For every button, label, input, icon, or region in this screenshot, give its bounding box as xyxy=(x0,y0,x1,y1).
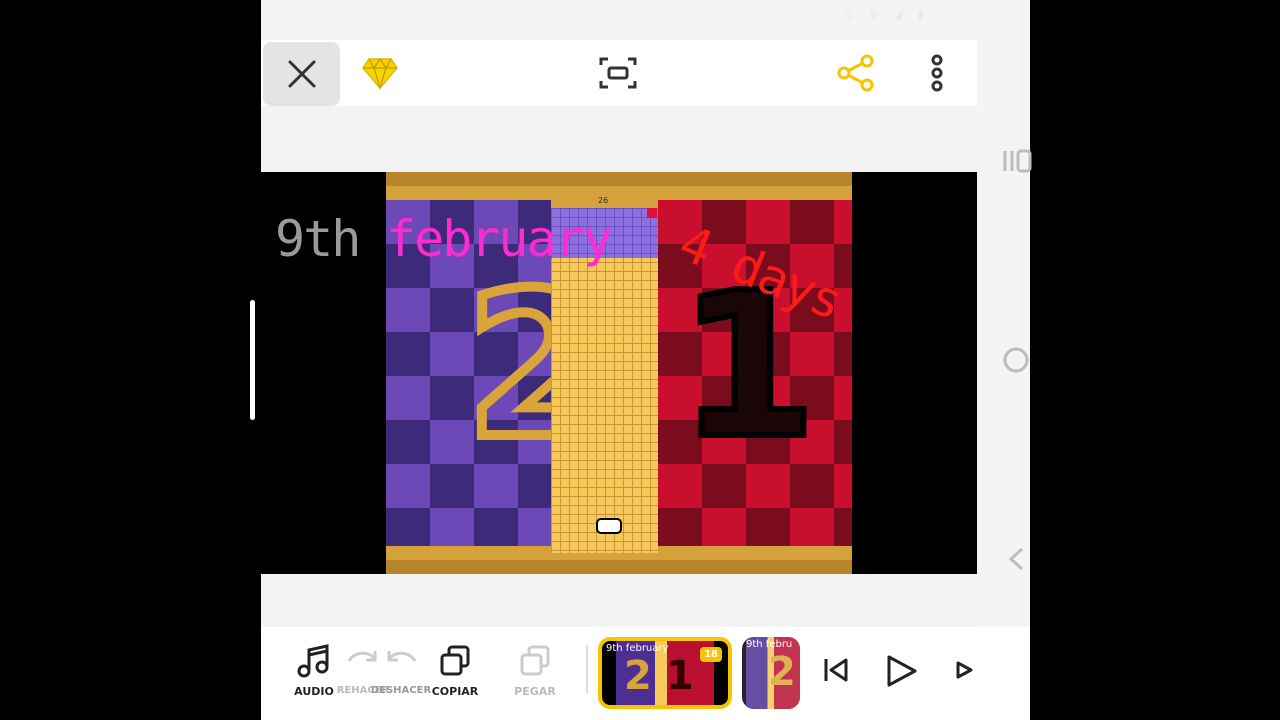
recent-apps-icon[interactable] xyxy=(1002,148,1032,174)
premium-button[interactable] xyxy=(361,55,399,95)
undo-icon xyxy=(387,651,417,662)
play-button[interactable] xyxy=(883,653,919,693)
preview-top-margin xyxy=(261,106,977,172)
share-icon xyxy=(837,54,874,92)
clip-next-number: 2 xyxy=(768,649,796,695)
close-button[interactable] xyxy=(263,42,340,106)
preview-bottom-margin xyxy=(261,574,977,627)
clip-number-one: 1 xyxy=(666,653,694,699)
close-icon xyxy=(288,60,315,88)
music-note-icon xyxy=(297,644,329,678)
edge-handle[interactable] xyxy=(250,300,255,420)
copy-icon xyxy=(440,645,470,676)
paste-icon xyxy=(520,645,550,676)
paste-button[interactable]: PEGAR xyxy=(500,643,570,698)
share-button[interactable] xyxy=(837,54,875,96)
paste-label: PEGAR xyxy=(514,685,556,698)
clip-duration-badge: 18 xyxy=(700,647,722,662)
system-nav-bar xyxy=(990,140,1040,640)
timeline-clip-next[interactable]: 9th febru 2 xyxy=(742,637,800,709)
app-window: ◎ ⊕ ◢ ▮ 2 1 26 9th february 4 days AUDIO… xyxy=(261,0,1030,720)
block-marker xyxy=(647,208,657,218)
next-frame-icon xyxy=(956,661,973,679)
timeline-clip-active[interactable]: 9th february 2 1 18 xyxy=(598,637,732,709)
video-preview[interactable]: 2 1 26 9th february 4 days xyxy=(261,172,977,574)
status-bar: ◎ ⊕ ◢ ▮ xyxy=(844,8,930,21)
play-icon xyxy=(887,655,917,687)
more-options-button[interactable] xyxy=(927,54,947,96)
skip-to-start-icon xyxy=(824,658,848,682)
back-icon[interactable] xyxy=(1006,546,1026,572)
skip-to-start-button[interactable] xyxy=(821,655,851,689)
copy-label: COPIAR xyxy=(431,685,479,698)
character-face xyxy=(596,518,622,534)
overlay-month-text[interactable]: february xyxy=(386,210,613,268)
toolbar-divider xyxy=(586,645,588,693)
bottom-toolbar: AUDIO REHACER DESHACER COPIAR PEGAR 9th … xyxy=(261,627,1030,720)
copy-button[interactable]: COPIAR xyxy=(420,643,490,698)
clip-number-two: 2 xyxy=(624,653,652,699)
more-vertical-icon xyxy=(931,54,943,92)
top-toolbar xyxy=(261,40,977,106)
grid-label: 26 xyxy=(598,196,609,205)
premium-gem-icon xyxy=(362,57,398,91)
frame-band-bottom xyxy=(386,560,852,574)
screen-capture-button[interactable] xyxy=(598,55,638,95)
overlay-date-text[interactable]: 9th xyxy=(275,210,361,268)
next-frame-button[interactable] xyxy=(955,661,973,683)
home-icon[interactable] xyxy=(1002,346,1030,374)
frame-band-top xyxy=(386,172,852,186)
screen-capture-icon xyxy=(599,57,637,89)
